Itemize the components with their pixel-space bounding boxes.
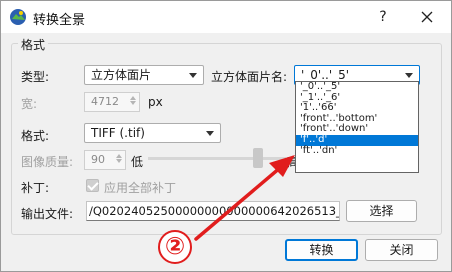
quality-value: 90	[91, 153, 105, 166]
quality-spinbox[interactable]: 90	[84, 150, 126, 170]
spin-arrows-icon[interactable]	[115, 153, 123, 167]
apply-all-patches-checkbox[interactable]	[86, 179, 99, 192]
face-name-dropdown-list[interactable]: '_0'..'_5' '_1'..'_6' '1'..'66' 'front'.…	[295, 81, 419, 173]
spin-arrows-icon[interactable]	[129, 95, 137, 109]
help-button[interactable]: ?	[371, 5, 395, 29]
close-button[interactable]: 关闭	[365, 239, 438, 261]
patch-label: 补丁:	[21, 181, 50, 195]
convert-button[interactable]: 转换	[285, 239, 358, 261]
chevron-down-icon	[189, 73, 197, 78]
dropdown-option-selected[interactable]: 'f'..'d'	[296, 134, 418, 146]
face-name-label: 立方体面片名:	[211, 70, 288, 84]
quality-slider-track[interactable]	[148, 157, 286, 160]
face-name-select-value: '_0'..'_5'	[301, 68, 350, 82]
dropdown-option[interactable]: 'ft'..'dn'	[296, 145, 418, 157]
title-bar: 转换全景 ?	[1, 1, 451, 33]
format-group-title: 格式	[18, 36, 49, 53]
type-label: 类型:	[21, 70, 50, 84]
chevron-down-icon	[206, 131, 214, 136]
app-icon	[10, 9, 26, 25]
output-file-value: /Q02024052500000000000000642026513_cube.…	[89, 204, 339, 218]
quality-low-label: 低	[131, 155, 144, 169]
browse-button[interactable]: 选择	[346, 200, 417, 222]
step-badge: ②	[158, 230, 192, 264]
output-file-input[interactable]: /Q02024052500000000000000642026513_cube.…	[86, 201, 340, 221]
width-label: 宽:	[21, 97, 38, 111]
chevron-down-icon	[405, 73, 413, 78]
type-select-value: 立方体面片	[91, 68, 152, 82]
quality-label: 图像质量:	[21, 155, 74, 169]
width-value: 4712	[91, 95, 119, 108]
type-select[interactable]: 立方体面片	[84, 65, 204, 85]
quality-slider-thumb[interactable]	[253, 148, 264, 168]
convert-panorama-dialog: 转换全景 ? 格式 类型: 立方体面片 立方体面片名: '_0'..'_5' 宽…	[0, 0, 452, 272]
width-spinbox[interactable]: 4712	[84, 92, 140, 112]
output-file-label: 输出文件:	[21, 207, 74, 221]
format-select-value: TIFF (.tif)	[91, 126, 145, 140]
apply-all-patches-label: 应用全部补丁	[104, 181, 177, 195]
window-title: 转换全景	[33, 13, 86, 28]
format-select[interactable]: TIFF (.tif)	[84, 123, 221, 143]
width-unit: px	[148, 95, 163, 109]
dropdown-option[interactable]: '_0'..'_5'	[296, 82, 418, 93]
close-icon[interactable]	[415, 5, 439, 29]
format-label: 格式:	[21, 129, 50, 143]
